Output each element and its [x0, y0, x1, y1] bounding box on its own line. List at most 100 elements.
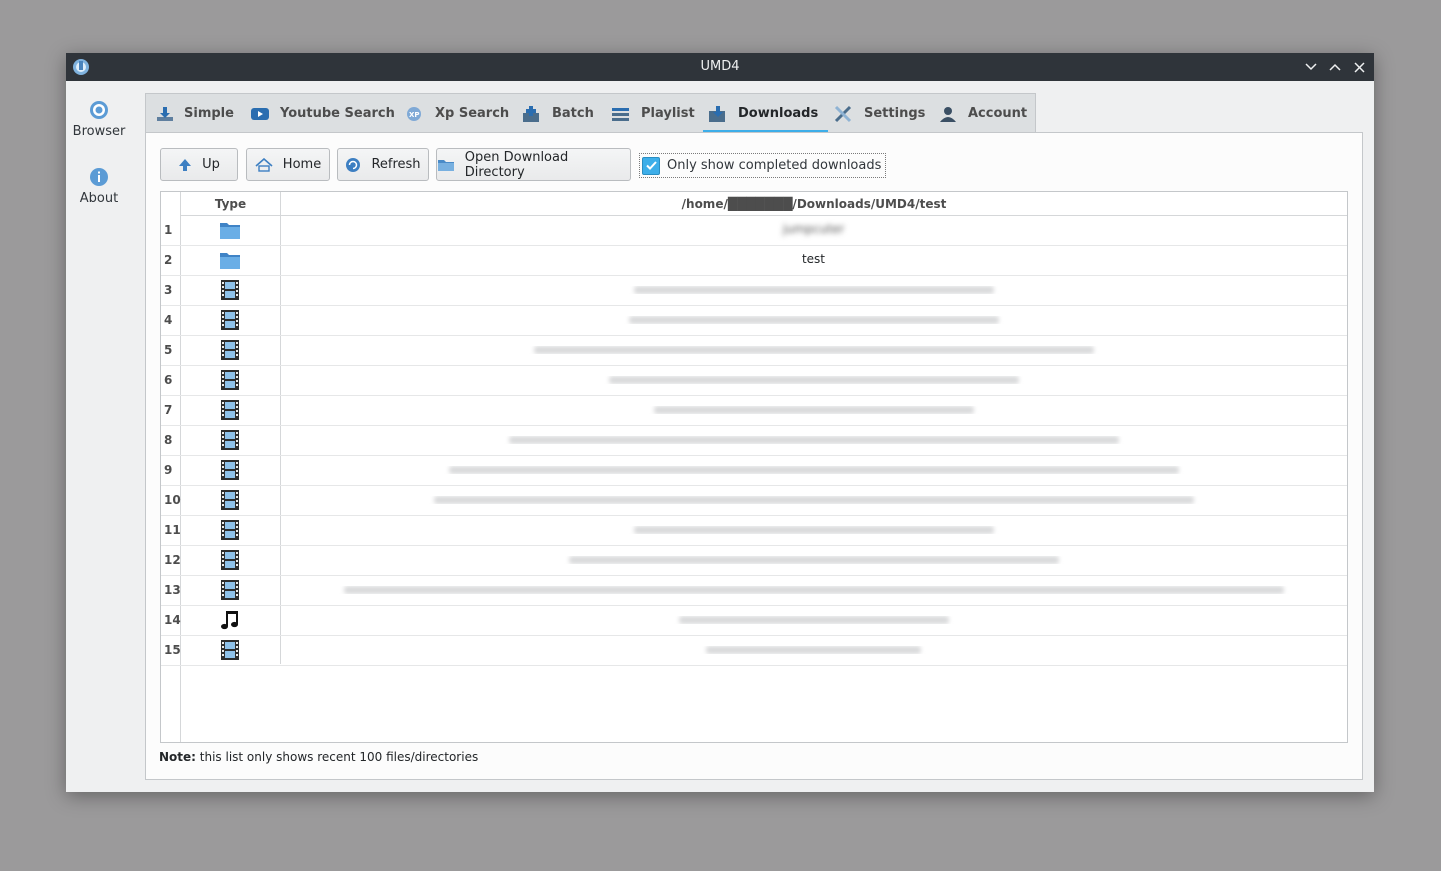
video-icon: [219, 639, 241, 661]
tab-downloads[interactable]: Downloads: [702, 94, 829, 133]
file-name: jumpcuter: [782, 222, 845, 236]
table-row[interactable]: 1 jumpcuter: [161, 215, 1347, 246]
file-name: [281, 496, 1346, 504]
refresh-button[interactable]: Refresh: [337, 148, 429, 181]
maximize-button[interactable]: [1324, 56, 1346, 78]
tab-simple[interactable]: Simple: [156, 94, 234, 133]
row-number: 7: [164, 403, 173, 417]
table-row[interactable]: 6: [161, 365, 1347, 396]
open-download-directory-button[interactable]: Open Download Directory: [436, 148, 631, 181]
sidebar-item-browser[interactable]: Browser: [66, 100, 132, 139]
minimize-button[interactable]: [1300, 56, 1322, 78]
row-number: 12: [164, 553, 181, 567]
table-row[interactable]: 3: [161, 275, 1347, 306]
sidebar-item-about[interactable]: About: [66, 167, 132, 206]
row-number: 15: [164, 643, 181, 657]
sidebar-item-label: About: [79, 191, 119, 206]
tab-batch[interactable]: Batch: [522, 94, 594, 133]
audio-icon: [219, 609, 241, 631]
home-button-label: Home: [282, 157, 322, 172]
row-number: 11: [164, 523, 181, 537]
table-row[interactable]: 10: [161, 485, 1347, 516]
video-icon: [219, 339, 241, 361]
video-icon: [219, 429, 241, 451]
video-icon: [219, 549, 241, 571]
file-name: [281, 586, 1346, 594]
xp-icon: XP: [407, 106, 421, 121]
table-row[interactable]: 13: [161, 575, 1347, 606]
file-name: test: [801, 252, 826, 266]
tab-account[interactable]: Account: [938, 94, 1027, 133]
note-label: Note:: [159, 750, 196, 764]
tab-label: Xp Search: [435, 106, 510, 121]
row-number: 5: [164, 343, 173, 357]
download-icon: [157, 106, 173, 121]
type-column-header[interactable]: Type: [181, 192, 280, 216]
video-icon: [219, 459, 241, 481]
downloads-icon: [709, 105, 725, 122]
window-title: UMD4: [700, 59, 740, 74]
file-name: [281, 466, 1346, 474]
table-row[interactable]: 11: [161, 515, 1347, 546]
table-row[interactable]: 8: [161, 425, 1347, 456]
video-icon: [219, 519, 241, 541]
row-number: 1: [164, 223, 173, 237]
home-icon: [255, 157, 273, 172]
file-name: [281, 556, 1346, 564]
sidebar: Browser About: [66, 81, 146, 792]
downloads-panel: Up Home Refresh Open Download Directory …: [145, 132, 1363, 780]
up-button-label: Up: [202, 157, 220, 172]
row-number: 8: [164, 433, 173, 447]
file-name: [281, 376, 1346, 384]
tab-label: Playlist: [641, 106, 695, 121]
row-number: 14: [164, 613, 181, 627]
table-row[interactable]: 2 test: [161, 245, 1347, 276]
path-column-header[interactable]: /home/███████/Downloads/UMD4/test: [281, 192, 1347, 216]
folder-icon: [438, 159, 454, 171]
row-number: 9: [164, 463, 173, 477]
tab-label: Account: [968, 106, 1028, 121]
video-icon: [219, 369, 241, 391]
chevron-down-icon: [1305, 63, 1317, 71]
file-name: [281, 286, 1346, 294]
tab-label: Batch: [552, 106, 594, 121]
tab-label: Simple: [184, 106, 234, 121]
video-icon: [219, 399, 241, 421]
up-button[interactable]: Up: [160, 148, 238, 181]
svg-text:XP: XP: [409, 111, 420, 119]
file-name: [281, 646, 1346, 654]
folder-icon: [219, 249, 241, 271]
file-name: [281, 436, 1346, 444]
settings-icon: [834, 105, 852, 122]
tab-label: Settings: [864, 106, 926, 121]
table-row[interactable]: 4: [161, 305, 1347, 336]
row-number: 10: [164, 493, 181, 507]
video-icon: [219, 579, 241, 601]
checkbox-box[interactable]: [642, 156, 660, 175]
tab-xp-search[interactable]: XP Xp Search: [405, 94, 509, 133]
table-row[interactable]: 12: [161, 545, 1347, 576]
batch-icon: [523, 105, 539, 122]
table-row[interactable]: 9: [161, 455, 1347, 486]
tab-settings[interactable]: Settings: [834, 94, 925, 133]
tab-playlist[interactable]: Playlist: [611, 94, 695, 133]
only-completed-label: Only show completed downloads: [667, 158, 882, 173]
tab-label: Youtube Search: [280, 106, 395, 121]
table-row[interactable]: 15: [161, 635, 1347, 666]
video-icon: [219, 489, 241, 511]
only-completed-checkbox[interactable]: Only show completed downloads: [639, 153, 887, 178]
video-icon: [219, 309, 241, 331]
table-row[interactable]: 5: [161, 335, 1347, 366]
tab-youtube-search[interactable]: Youtube Search: [250, 94, 395, 133]
tab-bar: Simple Youtube Search XP Xp Search Batch…: [145, 93, 1036, 133]
folder-icon: [219, 219, 241, 241]
file-name: [281, 406, 1346, 414]
row-number: 13: [164, 583, 181, 597]
tab-label: Downloads: [738, 106, 819, 121]
title-bar[interactable]: UMD4: [66, 53, 1374, 81]
home-button[interactable]: Home: [246, 148, 330, 181]
close-button[interactable]: [1348, 56, 1370, 78]
table-row[interactable]: 7: [161, 395, 1347, 426]
refresh-icon: [346, 157, 361, 172]
table-row[interactable]: 14: [161, 605, 1347, 636]
